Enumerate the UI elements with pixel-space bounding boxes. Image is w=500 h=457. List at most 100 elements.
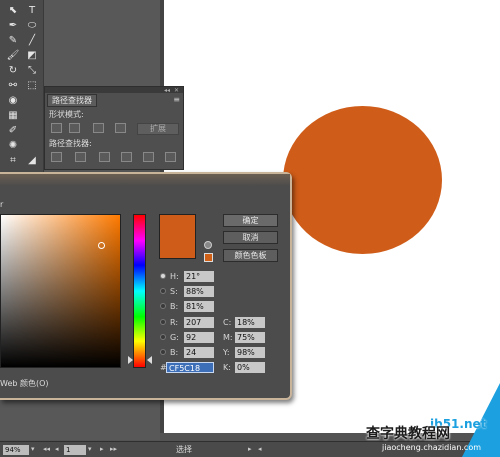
artboard-number-field[interactable]: 1: [64, 445, 86, 455]
ok-button[interactable]: 确定: [223, 214, 278, 227]
field-row-hex: # CF5C18: [160, 362, 220, 373]
scroll-left-icon[interactable]: ◂: [258, 445, 262, 453]
h-label: H:: [170, 272, 179, 281]
eyedropper-tool-icon[interactable]: ✐: [5, 124, 21, 138]
free-transform-tool-icon[interactable]: ⬚: [24, 79, 40, 93]
close-icon[interactable]: ✕: [174, 87, 179, 94]
color-selector-ring[interactable]: [98, 242, 105, 249]
hue-slider[interactable]: [133, 214, 146, 368]
previous-artboard-icon[interactable]: ◂: [55, 445, 59, 453]
panel-titlebar[interactable]: ◂◂ ✕: [45, 87, 183, 94]
collapse-icon[interactable]: ◂◂: [164, 87, 170, 94]
g-input[interactable]: 92: [184, 332, 214, 343]
current-tool-label: 选择: [176, 445, 192, 454]
radio-s[interactable]: [160, 288, 166, 294]
s-label: S:: [170, 287, 178, 296]
scale-tool-icon[interactable]: ⤡: [24, 64, 40, 78]
first-artboard-icon[interactable]: ◂◂: [43, 445, 50, 453]
merge-icon[interactable]: [99, 152, 110, 162]
exclude-icon[interactable]: [115, 123, 126, 133]
ellipse-tool-icon[interactable]: ⬭: [24, 19, 40, 33]
field-row-g: G: 92: [160, 332, 220, 343]
dialog-title: r: [0, 200, 4, 209]
watermark-tutorial-text: 教程网: [408, 426, 450, 442]
out-of-web-gamut-icon[interactable]: [204, 241, 212, 249]
hue-slider-right-arrow-icon[interactable]: [147, 356, 152, 364]
symbol-sprayer-tool-icon[interactable]: ✺: [5, 139, 21, 153]
cancel-button[interactable]: 取消: [223, 231, 278, 244]
radio-b[interactable]: [160, 303, 166, 309]
k-label: K:: [223, 363, 231, 372]
divide-icon[interactable]: [51, 152, 62, 162]
tools-panel: ⬉ T ✒ ⬭ ✎ ╱ 🖌 ◩ ↻ ⤡ ⚯ ⬚ ◉ ▦ ✐ ✺ ⌗ ◢: [0, 0, 44, 176]
m-input[interactable]: 75%: [235, 332, 265, 343]
direct-selection-tool-icon[interactable]: ⬉: [5, 4, 21, 18]
type-tool-icon[interactable]: T: [24, 4, 40, 18]
s-input[interactable]: 88%: [184, 286, 214, 297]
color-swatches-button[interactable]: 颜色色板: [223, 249, 278, 262]
paintbrush-tool-icon[interactable]: 🖌: [5, 49, 21, 63]
mesh-tool-icon[interactable]: ▦: [5, 109, 21, 123]
r-input[interactable]: 207: [184, 317, 214, 328]
watermark-logo: 查字典教程网: [366, 423, 450, 443]
tab-pathfinder[interactable]: 路径查找器: [47, 94, 97, 107]
dialog-titlebar[interactable]: [0, 174, 290, 186]
r-label: R:: [170, 318, 179, 327]
k-input[interactable]: 0%: [235, 362, 265, 373]
field-row-c: C: 18%: [223, 317, 283, 328]
pencil-tool-icon[interactable]: ✎: [5, 34, 21, 48]
expand-button[interactable]: 扩展: [137, 123, 179, 135]
field-row-r: R: 207: [160, 317, 220, 328]
eraser-tool-icon[interactable]: ◩: [24, 49, 40, 63]
new-color-preview: [159, 214, 196, 259]
artboard-dropdown-icon[interactable]: ▾: [88, 445, 92, 453]
radio-r[interactable]: [160, 319, 166, 325]
y-label: Y:: [223, 348, 230, 357]
trim-icon[interactable]: [75, 152, 86, 162]
zoom-field[interactable]: 94%: [3, 445, 29, 455]
radio-h[interactable]: [160, 273, 166, 279]
field-row-b: B: 81%: [160, 301, 220, 312]
artboard-tool-icon[interactable]: ⌗: [5, 154, 21, 168]
zoom-dropdown-icon[interactable]: ▾: [31, 445, 35, 453]
y-input[interactable]: 98%: [235, 347, 265, 358]
rotate-tool-icon[interactable]: ↻: [5, 64, 21, 78]
websafe-color-swatch[interactable]: [204, 253, 213, 262]
minus-front-icon[interactable]: [69, 123, 80, 133]
pen-tool-icon[interactable]: ✒: [5, 19, 21, 33]
orange-circle[interactable]: [283, 106, 442, 254]
watermark-main-text: 查字典: [366, 426, 408, 442]
saturation-brightness-field[interactable]: [0, 214, 121, 368]
slice-tool-icon[interactable]: ◢: [24, 154, 40, 168]
intersect-icon[interactable]: [93, 123, 104, 133]
last-artboard-icon[interactable]: ▸▸: [110, 445, 117, 453]
radio-g[interactable]: [160, 334, 166, 340]
unite-icon[interactable]: [51, 123, 62, 133]
blue-input[interactable]: 24: [184, 347, 214, 358]
next-artboard-icon[interactable]: ▸: [100, 445, 104, 453]
c-label: C:: [223, 318, 232, 327]
field-row-k: K: 0%: [223, 362, 283, 373]
outline-icon[interactable]: [143, 152, 154, 162]
pathfinders-label: 路径查找器:: [49, 139, 92, 148]
field-row-h: H: 21°: [160, 271, 220, 282]
pathfinder-panel: ◂◂ ✕ 路径查找器 ≡ 形状模式: 扩展 路径查找器:: [44, 86, 184, 170]
shape-modes-label: 形状模式:: [49, 110, 84, 119]
line-tool-icon[interactable]: ╱: [24, 34, 40, 48]
shape-builder-tool-icon[interactable]: ◉: [5, 94, 21, 108]
web-colors-only-checkbox[interactable]: Web 颜色(O): [0, 378, 49, 389]
field-row-y: Y: 98%: [223, 347, 283, 358]
panel-menu-icon[interactable]: ≡: [173, 95, 180, 104]
field-row-m: M: 75%: [223, 332, 283, 343]
hue-slider-left-arrow-icon[interactable]: [128, 356, 133, 364]
crop-icon[interactable]: [121, 152, 132, 162]
h-input[interactable]: 21°: [184, 271, 214, 282]
minus-back-icon[interactable]: [165, 152, 176, 162]
field-row-s: S: 88%: [160, 286, 220, 297]
b-input[interactable]: 81%: [184, 301, 214, 312]
status-menu-icon[interactable]: ▸: [248, 445, 252, 453]
radio-blue[interactable]: [160, 349, 166, 355]
warp-tool-icon[interactable]: ⚯: [5, 79, 21, 93]
c-input[interactable]: 18%: [235, 317, 265, 328]
hex-input[interactable]: CF5C18: [166, 362, 214, 373]
